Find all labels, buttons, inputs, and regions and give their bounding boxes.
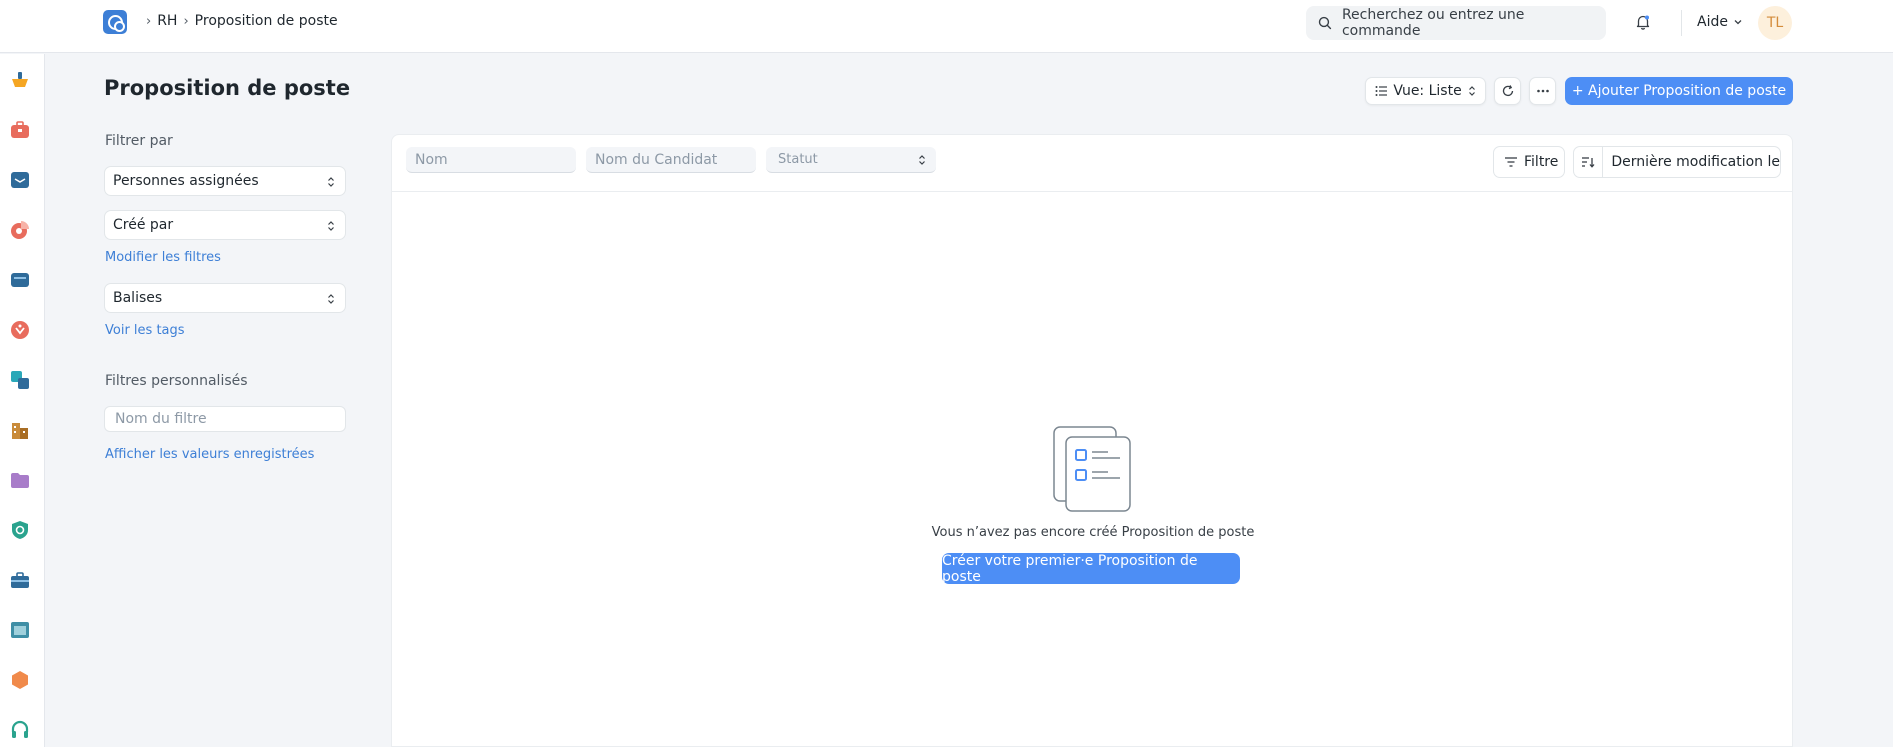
breadcrumb-item-current[interactable]: Proposition de poste <box>195 13 338 29</box>
add-proposition-button[interactable]: + Ajouter Proposition de poste <box>1565 77 1793 105</box>
more-actions-button[interactable] <box>1529 77 1556 105</box>
headset-icon <box>11 720 29 738</box>
hexagon-icon <box>12 671 28 689</box>
navbar-divider <box>1681 10 1682 36</box>
name-filter-input[interactable] <box>406 147 576 173</box>
rail-item-shield[interactable] <box>9 519 31 541</box>
select-arrows-icon <box>1468 86 1475 96</box>
filter-name-input[interactable] <box>104 406 346 432</box>
page-title: Proposition de poste <box>104 76 351 100</box>
rail-item-headset[interactable] <box>9 719 31 741</box>
briefcase-icon <box>11 121 29 138</box>
shield-icon <box>12 521 28 539</box>
assigned-to-filter[interactable]: Personnes assignées <box>104 166 346 196</box>
show-tags-link[interactable]: Voir les tags <box>105 323 185 338</box>
rail-item-support[interactable] <box>9 319 31 341</box>
tags-label: Balises <box>113 290 163 306</box>
help-menu[interactable]: Aide <box>1697 14 1743 30</box>
monitor-icon <box>11 273 29 287</box>
empty-state-message: Vous n’avez pas encore créé Proposition … <box>931 525 1255 540</box>
refresh-icon <box>1502 85 1513 97</box>
list-panel: Statut Filtre Dernière modification le V… <box>391 134 1793 747</box>
home-icon <box>12 72 28 87</box>
custom-filters-label: Filtres personnalisés <box>105 373 248 389</box>
filter-by-label: Filtrer par <box>105 133 173 149</box>
status-filter-select[interactable]: Statut <box>766 147 936 173</box>
rail-item-monitor[interactable] <box>9 269 31 291</box>
inbox-icon <box>11 172 29 188</box>
chevron-right-icon: › <box>146 13 152 29</box>
search-icon <box>1318 16 1332 30</box>
rail-item-buildings[interactable] <box>9 419 31 441</box>
sort-control[interactable]: Dernière modification le <box>1573 146 1781 178</box>
sidebar-rail <box>0 54 45 747</box>
navbar: › RH › Proposition de poste Recherchez o… <box>0 0 1893 53</box>
select-arrows-icon <box>919 155 925 165</box>
select-arrows-icon <box>328 294 334 304</box>
rail-item-toolbox[interactable] <box>9 569 31 591</box>
rail-item-folder[interactable] <box>9 469 31 491</box>
filter-button[interactable]: Filtre <box>1493 146 1565 178</box>
view-label: Vue: Liste <box>1393 83 1462 99</box>
window-icon <box>11 622 29 638</box>
sort-field-label[interactable]: Dernière modification le <box>1603 154 1780 170</box>
filter-icon <box>1505 157 1517 167</box>
buildings-icon <box>12 423 28 439</box>
assigned-to-label: Personnes assignées <box>113 173 259 189</box>
search-bar[interactable]: Recherchez ou entrez une commande <box>1306 6 1606 40</box>
select-arrows-icon <box>328 221 334 231</box>
tags-filter[interactable]: Balises <box>104 283 346 313</box>
rail-item-inbox[interactable] <box>9 169 31 191</box>
candidate-name-filter-input[interactable] <box>586 147 756 173</box>
show-saved-values-link[interactable]: Afficher les valeurs enregistrées <box>105 447 314 462</box>
panel-divider <box>392 191 1792 192</box>
layers-icon <box>11 371 29 389</box>
app-logo-icon[interactable] <box>103 10 127 34</box>
search-placeholder: Recherchez ou entrez une commande <box>1341 7 1525 39</box>
sort-direction-button[interactable] <box>1574 147 1604 177</box>
help-label: Aide <box>1697 14 1728 30</box>
avatar[interactable]: TL <box>1758 6 1792 40</box>
rail-item-layers[interactable] <box>9 369 31 391</box>
created-by-filter[interactable]: Créé par <box>104 210 346 240</box>
bell-icon[interactable] <box>1634 13 1652 31</box>
filter-label: Filtre <box>1524 154 1559 170</box>
breadcrumb-item-rh[interactable]: RH <box>157 13 177 29</box>
pie-chart-icon <box>11 221 29 239</box>
status-placeholder: Statut <box>778 152 818 167</box>
more-horizontal-icon <box>1536 89 1549 93</box>
create-first-proposition-button[interactable]: Créer votre premier·e Proposition de pos… <box>942 553 1240 585</box>
created-by-label: Créé par <box>113 217 174 233</box>
rail-item-hexagon[interactable] <box>9 669 31 691</box>
rail-item-pie-chart[interactable] <box>9 219 31 241</box>
list-icon <box>1375 86 1388 96</box>
rail-item-window[interactable] <box>9 619 31 641</box>
empty-list-illustration-icon <box>1053 426 1131 512</box>
sort-descending-icon <box>1582 157 1595 168</box>
toolbox-icon <box>11 572 29 588</box>
support-icon <box>11 321 29 339</box>
edit-filters-link[interactable]: Modifier les filtres <box>105 250 221 265</box>
folder-icon <box>11 473 29 488</box>
refresh-button[interactable] <box>1494 77 1521 105</box>
breadcrumb: › RH › Proposition de poste <box>140 13 338 29</box>
chevron-right-icon: › <box>183 13 189 29</box>
view-switcher-button[interactable]: Vue: Liste <box>1365 77 1486 105</box>
rail-item-briefcase[interactable] <box>9 119 31 141</box>
chevron-down-icon <box>1734 20 1742 25</box>
rail-item-home[interactable] <box>9 69 31 91</box>
select-arrows-icon <box>328 177 334 187</box>
